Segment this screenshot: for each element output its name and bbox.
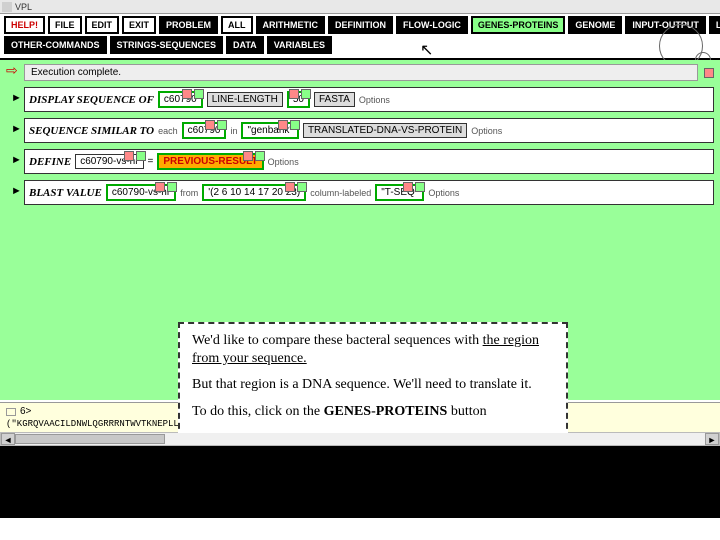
row-arrow-icon: ► [11,123,22,135]
horizontal-scrollbar[interactable]: ◄ ► [0,432,720,446]
edit-button[interactable]: EDIT [85,16,120,34]
options-link[interactable]: Options [268,157,299,167]
callout-p3: To do this, click on the GENES-PROTEINS … [192,403,554,421]
all-button[interactable]: ALL [221,16,253,34]
main-toolbar: HELP!FILEEDITEXITPROBLEMALLARITHMETICDEF… [0,14,720,60]
row-arrow-icon: ► [11,185,22,197]
toolbar-row-2: OTHER-COMMANDSSTRINGS-SEQUENCESDATAVARIA… [4,36,716,54]
from-label: from [180,188,198,198]
equals-sign: = [148,156,154,167]
entity-input[interactable]: c60790 [158,91,203,108]
execution-status-bar: Execution complete. [24,64,714,81]
option-fasta[interactable]: FASTA [314,92,355,107]
problem-button[interactable]: PROBLEM [159,16,218,34]
genes-proteins-button[interactable]: GENES-PROTEINS [471,16,566,34]
marker-arrow-icon: ⇨ [6,62,18,79]
window-titlebar: VPL [0,0,720,14]
line-length-value[interactable]: 50 [287,91,310,108]
cmd-blast-value[interactable]: ► BLAST VALUE c60790-vs-nr from '(2 6 10… [24,180,714,205]
target-input[interactable]: "genbank" [241,122,298,139]
definition-button[interactable]: DEFINITION [328,16,393,34]
options-link[interactable]: Options [428,188,459,198]
column-input[interactable]: "T-SEQ" [375,184,424,201]
cmd-label: DISPLAY SEQUENCE OF [29,94,154,106]
execution-status-text: Execution complete. [24,64,698,81]
genome-button[interactable]: GENOME [568,16,622,34]
option-line-length[interactable]: LINE-LENGTH [207,92,283,107]
variables-button[interactable]: VARIABLES [267,36,332,54]
define-name-input[interactable]: c60790-vs-nr [75,154,143,169]
list-input[interactable]: '(2 6 10 14 17 20 23) [202,184,306,201]
arithmetic-button[interactable]: ARITHMETIC [256,16,326,34]
result-icon[interactable] [6,408,16,416]
scroll-thumb[interactable] [15,434,165,444]
strings-sequences-button[interactable]: STRINGS-SEQUENCES [110,36,224,54]
define-value-input[interactable]: PREVIOUS-RESULT [157,153,263,170]
cmd-sequence-similar[interactable]: ► SEQUENCE SIMILAR TO each c60790 in "ge… [24,118,714,143]
other-commands-button[interactable]: OTHER-COMMANDS [4,36,107,54]
cmd-label: DEFINE [29,156,71,168]
toolbar-row-1: HELP!FILEEDITEXITPROBLEMALLARITHMETICDEF… [4,16,716,34]
file-button[interactable]: FILE [48,16,82,34]
method-option[interactable]: TRANSLATED-DNA-VS-PROTEIN [303,123,467,138]
scroll-track[interactable] [15,433,705,445]
flow-logic-button[interactable]: FLOW-LOGIC [396,16,468,34]
close-icon[interactable] [704,68,714,78]
footer-bar [0,446,720,518]
help-button[interactable]: HELP! [4,16,45,34]
data-button[interactable]: DATA [226,36,264,54]
column-labeled: column-labeled [310,188,371,198]
entity-input[interactable]: c60790-vs-nr [106,184,176,201]
app-icon [2,2,12,12]
scroll-left-icon[interactable]: ◄ [1,433,15,445]
options-link[interactable]: Options [359,95,390,105]
row-arrow-icon: ► [11,92,22,104]
cmd-label: BLAST VALUE [29,187,102,199]
callout-p1: We'd like to compare these bacteral sequ… [192,332,554,368]
entity-input[interactable]: c60790 [182,122,227,139]
in-label: in [230,126,237,136]
cmd-display-sequence[interactable]: ► DISPLAY SEQUENCE OF c60790 LINE-LENGTH… [24,87,714,112]
each-label: each [158,126,178,136]
callout-p2: But that region is a DNA sequence. We'll… [192,376,554,394]
options-link[interactable]: Options [471,126,502,136]
cmd-define[interactable]: ► DEFINE c60790-vs-nr = PREVIOUS-RESULT … [24,149,714,174]
workspace-panel: ⇨ Execution complete. ► DISPLAY SEQUENCE… [0,60,720,400]
row-arrow-icon: ► [11,154,22,166]
cmd-label: SEQUENCE SIMILAR TO [29,125,154,137]
scroll-right-icon[interactable]: ► [705,433,719,445]
window-title: VPL [15,2,32,12]
result-prompt: 6> [20,406,31,417]
exit-button[interactable]: EXIT [122,16,156,34]
instruction-callout: We'd like to compare these bacteral sequ… [178,322,568,439]
